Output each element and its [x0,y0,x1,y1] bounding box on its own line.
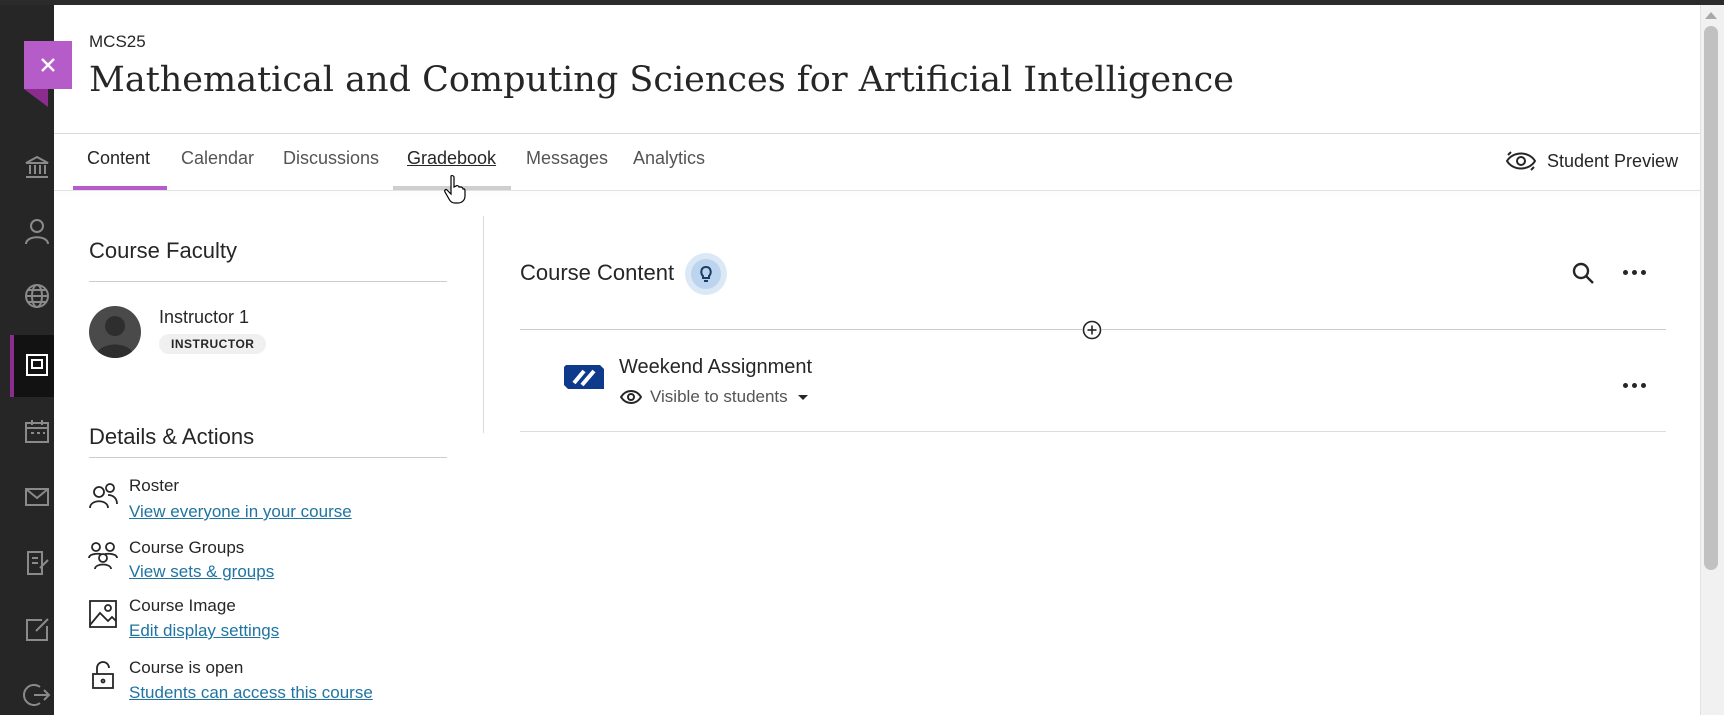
groups-icon [88,540,118,570]
bulb-icon-circle [691,259,721,289]
tab-gradebook[interactable]: Gradebook [407,148,496,169]
content-item-rule [520,431,1666,432]
more-dot [1641,269,1646,275]
course-content-heading: Course Content [520,260,675,285]
student-preview-icon [1505,151,1537,171]
tab-content[interactable]: Content [87,148,150,169]
scroll-up-arrow[interactable] [1705,12,1717,19]
item-more-options-button[interactable] [1623,380,1651,390]
panel-vertical-divider [483,216,484,433]
globe-icon[interactable] [20,279,54,313]
instructor-role-badge: INSTRUCTOR [159,334,267,354]
search-content-button[interactable] [1571,261,1595,285]
course-groups-title: Course Groups [129,538,245,557]
close-icon [41,58,55,72]
visibility-dropdown[interactable]: Visible to students [620,387,808,407]
visibility-label: Visible to students [650,387,788,406]
grades-icon[interactable] [20,546,54,580]
view-sets-groups-link[interactable]: View sets & groups [129,562,274,582]
add-content-button[interactable] [1082,320,1102,340]
eye-icon [620,390,642,404]
course-faculty-heading: Course Faculty [89,238,237,263]
tabs-divider [54,190,1700,191]
profile-icon[interactable] [20,214,54,248]
person-silhouette-icon [95,316,135,358]
image-icon [88,599,118,629]
course-code: MCS25 [89,32,146,51]
course-open-title: Course is open [129,658,244,677]
tab-calendar[interactable]: Calendar [181,148,254,169]
details-actions-heading: Details & Actions [89,424,255,449]
calendar-icon[interactable] [20,414,54,448]
scrollbar-thumb[interactable] [1704,26,1718,570]
more-dot [1641,382,1646,388]
view-everyone-link[interactable]: View everyone in your course [129,502,352,522]
tools-icon[interactable] [20,612,54,646]
edit-display-settings-link[interactable]: Edit display settings [129,621,279,641]
search-icon [1572,262,1594,284]
student-preview-button[interactable]: Student Preview [1505,148,1678,174]
messages-icon[interactable] [20,480,54,514]
header-divider [54,133,1700,134]
institution-icon[interactable] [20,150,54,184]
avatar[interactable] [89,306,141,358]
chevron-down-icon [797,394,808,400]
course-title: Mathematical and Computing Sciences for … [89,60,1234,100]
tab-analytics[interactable]: Analytics [633,148,705,169]
content-item-title[interactable]: Weekend Assignment [619,356,812,379]
student-preview-label: Student Preview [1547,150,1679,171]
students-access-link[interactable]: Students can access this course [129,683,373,703]
nav-active-indicator [10,335,14,397]
more-dot [1623,269,1628,275]
details-heading-rule [89,457,447,458]
plus-circle-icon [1082,320,1102,340]
assignment-icon [564,365,604,389]
tab-discussions[interactable]: Discussions [283,148,379,169]
more-dot [1632,382,1637,388]
close-course-button[interactable] [24,41,72,89]
course-image-title: Course Image [129,596,236,615]
faculty-heading-rule [89,281,447,282]
signout-icon[interactable] [20,678,54,712]
more-dot [1623,382,1628,388]
roster-title: Roster [129,476,180,495]
tab-messages[interactable]: Messages [526,148,608,169]
hand-cursor-icon [444,174,466,204]
unlock-icon [88,660,118,690]
content-more-options-button[interactable] [1623,267,1651,277]
lightbulb-icon [700,265,712,282]
instructor-name[interactable]: Instructor 1 [159,307,249,328]
courses-icon[interactable] [20,348,54,382]
content-tips-button[interactable] [685,253,727,295]
roster-icon [88,480,118,510]
window-top-border [0,0,1724,5]
more-dot [1632,269,1637,275]
